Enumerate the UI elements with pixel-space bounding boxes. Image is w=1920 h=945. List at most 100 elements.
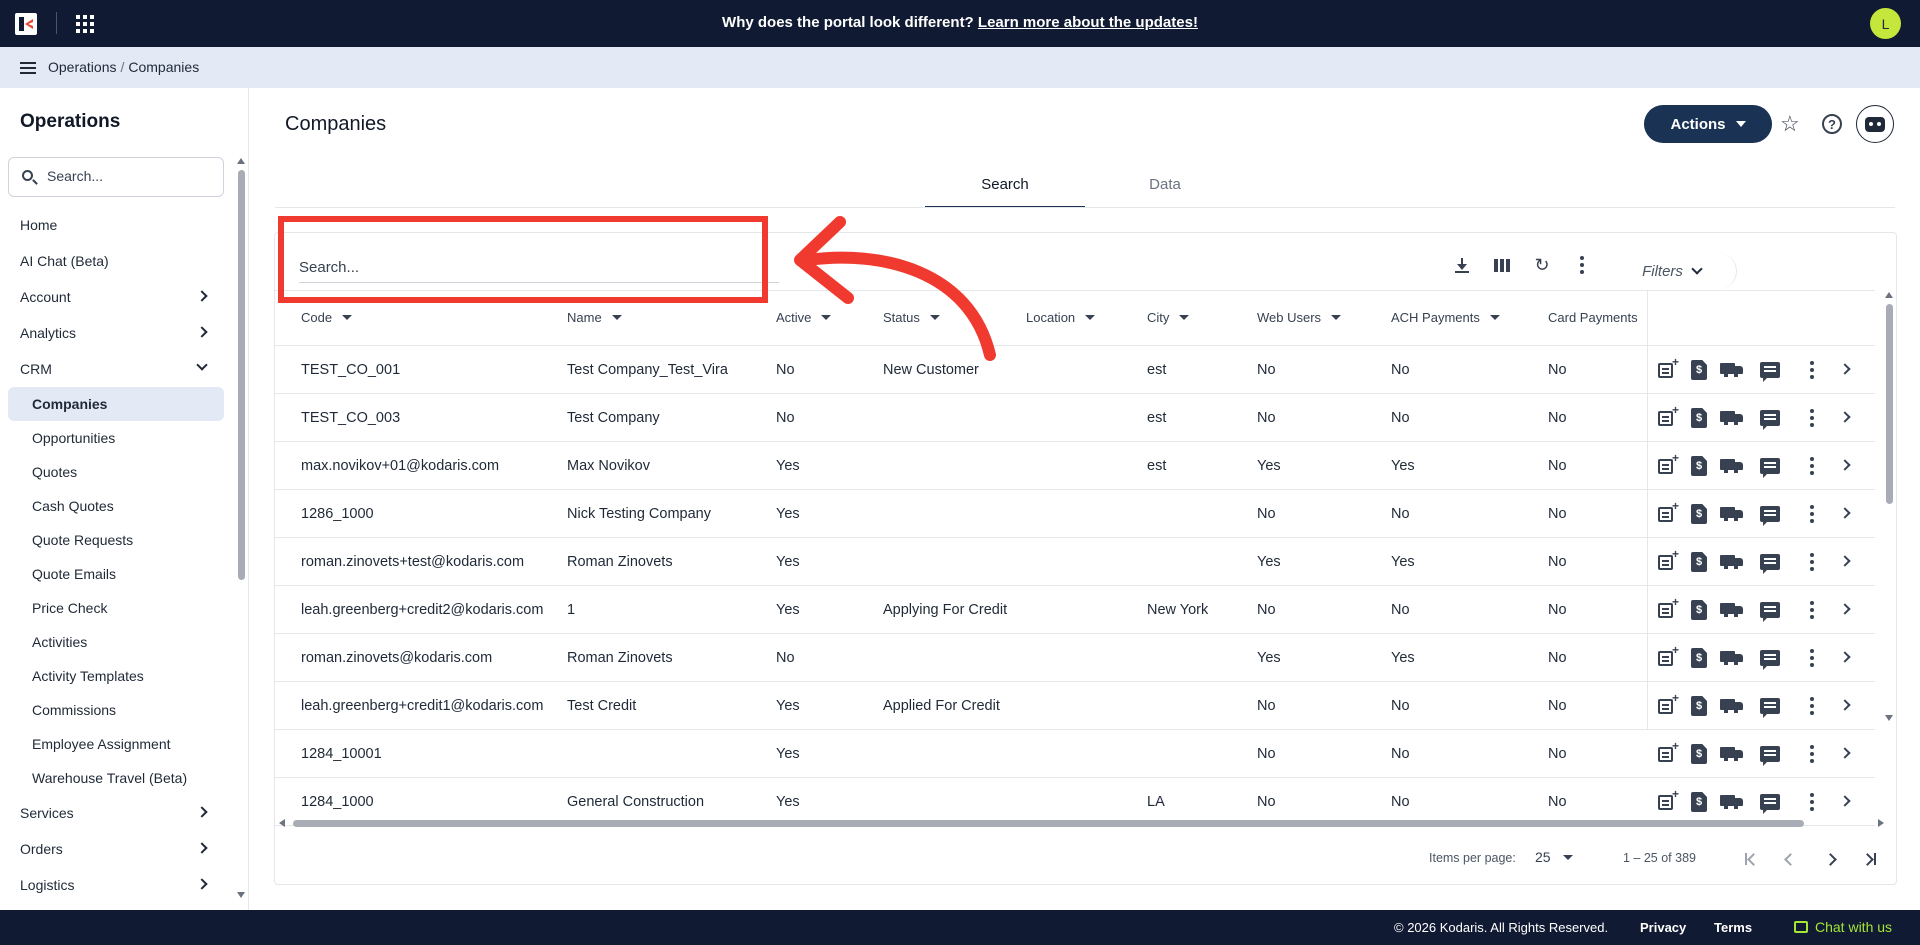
sidebar-item-logistics[interactable]: Logistics: [0, 867, 232, 903]
column-header-web-users[interactable]: Web Users: [1257, 310, 1342, 325]
add-note-icon[interactable]: [1658, 739, 1679, 762]
sidebar-item-activities[interactable]: Activities: [0, 625, 232, 659]
page-size-select[interactable]: 25: [1535, 849, 1573, 865]
row-more-options-icon[interactable]: [1810, 505, 1814, 523]
assistant-bot-icon[interactable]: [1856, 105, 1894, 143]
row-more-options-icon[interactable]: [1810, 697, 1814, 715]
sidebar-item-customers[interactable]: Customers: [0, 903, 232, 910]
first-page-icon[interactable]: [1739, 847, 1763, 871]
more-options-icon[interactable]: [1568, 251, 1596, 279]
help-icon[interactable]: ?: [1822, 114, 1842, 134]
table-row[interactable]: roman.zinovets@kodaris.com Roman Zinovets…: [275, 634, 1875, 682]
privacy-link[interactable]: Privacy: [1640, 920, 1686, 935]
row-more-options-icon[interactable]: [1810, 361, 1814, 379]
shipping-truck-icon[interactable]: [1720, 795, 1744, 811]
payment-icon[interactable]: $: [1691, 792, 1707, 812]
comment-icon[interactable]: [1760, 362, 1780, 382]
shipping-truck-icon[interactable]: [1720, 411, 1744, 427]
shipping-truck-icon[interactable]: [1720, 699, 1744, 715]
sidebar-item-quote-requests[interactable]: Quote Requests: [0, 523, 232, 557]
row-open-chevron-icon[interactable]: [1839, 747, 1851, 759]
menu-icon[interactable]: [20, 62, 36, 74]
shipping-truck-icon[interactable]: [1720, 507, 1744, 523]
add-note-icon[interactable]: [1658, 787, 1679, 810]
comment-icon[interactable]: [1760, 410, 1780, 430]
sidebar-item-account[interactable]: Account: [0, 279, 232, 315]
shipping-truck-icon[interactable]: [1720, 603, 1744, 619]
column-header-location[interactable]: Location: [1026, 310, 1096, 325]
apps-grid-icon[interactable]: [76, 15, 94, 33]
refresh-icon[interactable]: ↻: [1528, 251, 1556, 279]
table-row[interactable]: leah.greenberg+credit2@kodaris.com 1 Yes Ap…: [275, 586, 1875, 634]
terms-link[interactable]: Terms: [1714, 920, 1752, 935]
add-note-icon[interactable]: [1658, 643, 1679, 666]
add-note-icon[interactable]: [1658, 403, 1679, 426]
kodaris-logo[interactable]: [15, 13, 37, 35]
row-open-chevron-icon[interactable]: [1839, 363, 1851, 375]
download-icon[interactable]: [1448, 251, 1476, 279]
row-more-options-icon[interactable]: [1810, 649, 1814, 667]
payment-icon[interactable]: $: [1691, 504, 1707, 524]
star-icon[interactable]: ☆: [1780, 112, 1800, 136]
sidebar-item-orders[interactable]: Orders: [0, 831, 232, 867]
sidebar-item-services[interactable]: Services: [0, 795, 232, 831]
row-more-options-icon[interactable]: [1810, 553, 1814, 571]
column-header-name[interactable]: Name: [567, 310, 622, 325]
table-row[interactable]: TEST_CO_003 Test Company No est No No No $: [275, 394, 1875, 442]
add-note-icon[interactable]: [1658, 691, 1679, 714]
row-more-options-icon[interactable]: [1810, 409, 1814, 427]
comment-icon[interactable]: [1760, 650, 1780, 670]
sidebar-item-crm[interactable]: CRM: [0, 351, 232, 387]
columns-icon[interactable]: [1488, 251, 1516, 279]
comment-icon[interactable]: [1760, 458, 1780, 478]
sidebar-item-activity-templates[interactable]: Activity Templates: [0, 659, 232, 693]
row-more-options-icon[interactable]: [1810, 601, 1814, 619]
row-open-chevron-icon[interactable]: [1839, 603, 1851, 615]
table-row[interactable]: leah.greenberg+credit1@kodaris.com Test C…: [275, 682, 1875, 730]
comment-icon[interactable]: [1760, 746, 1780, 766]
column-header-ach-payments[interactable]: ACH Payments: [1391, 310, 1500, 325]
shipping-truck-icon[interactable]: [1720, 459, 1744, 475]
sidebar-item-price-check[interactable]: Price Check: [0, 591, 232, 625]
table-row[interactable]: max.novikov+01@kodaris.com Max Novikov Yes…: [275, 442, 1875, 490]
table-row[interactable]: 1284_10001 Yes No No No $: [275, 730, 1875, 778]
add-note-icon[interactable]: [1658, 595, 1679, 618]
comment-icon[interactable]: [1760, 602, 1780, 622]
table-row[interactable]: 1286_1000 Nick Testing Company Yes No No No $: [275, 490, 1875, 538]
row-more-options-icon[interactable]: [1810, 745, 1814, 763]
actions-button[interactable]: Actions: [1644, 105, 1772, 143]
row-more-options-icon[interactable]: [1810, 793, 1814, 811]
payment-icon[interactable]: $: [1691, 360, 1707, 380]
column-header-code[interactable]: Code: [301, 310, 353, 325]
sidebar-item-opportunities[interactable]: Opportunities: [0, 421, 232, 455]
row-open-chevron-icon[interactable]: [1839, 507, 1851, 519]
chat-button[interactable]: Chat with us: [1794, 919, 1892, 935]
tab-search[interactable]: Search: [925, 168, 1085, 208]
row-open-chevron-icon[interactable]: [1839, 651, 1851, 663]
filters-dropdown[interactable]: Filters: [1607, 253, 1737, 289]
table-row[interactable]: roman.zinovets+test@kodaris.com Roman Zin…: [275, 538, 1875, 586]
sidebar-search-input[interactable]: [47, 168, 207, 184]
last-page-icon[interactable]: [1857, 847, 1881, 871]
shipping-truck-icon[interactable]: [1720, 651, 1744, 667]
column-header-city[interactable]: City: [1147, 310, 1190, 325]
sidebar-item-cash-quotes[interactable]: Cash Quotes: [0, 489, 232, 523]
add-note-icon[interactable]: [1658, 451, 1679, 474]
user-avatar[interactable]: L: [1870, 8, 1901, 39]
add-note-icon[interactable]: [1658, 355, 1679, 378]
sidebar-item-quotes[interactable]: Quotes: [0, 455, 232, 489]
column-header-card-payments[interactable]: Card Payments: [1548, 310, 1638, 325]
add-note-icon[interactable]: [1658, 499, 1679, 522]
grid-vertical-scrollbar[interactable]: [1884, 290, 1894, 721]
sidebar-item-quote-emails[interactable]: Quote Emails: [0, 557, 232, 591]
sidebar-item-ai-chat-beta[interactable]: AI Chat (Beta): [0, 243, 232, 279]
shipping-truck-icon[interactable]: [1720, 555, 1744, 571]
sidebar-item-home[interactable]: Home: [0, 207, 232, 243]
payment-icon[interactable]: $: [1691, 600, 1707, 620]
comment-icon[interactable]: [1760, 506, 1780, 526]
table-row[interactable]: TEST_CO_001 Test Company_Test_Vira No New C…: [275, 346, 1875, 394]
row-open-chevron-icon[interactable]: [1839, 459, 1851, 471]
row-open-chevron-icon[interactable]: [1839, 555, 1851, 567]
banner-learn-more-link[interactable]: Learn more about the updates!: [978, 14, 1198, 31]
payment-icon[interactable]: $: [1691, 696, 1707, 716]
